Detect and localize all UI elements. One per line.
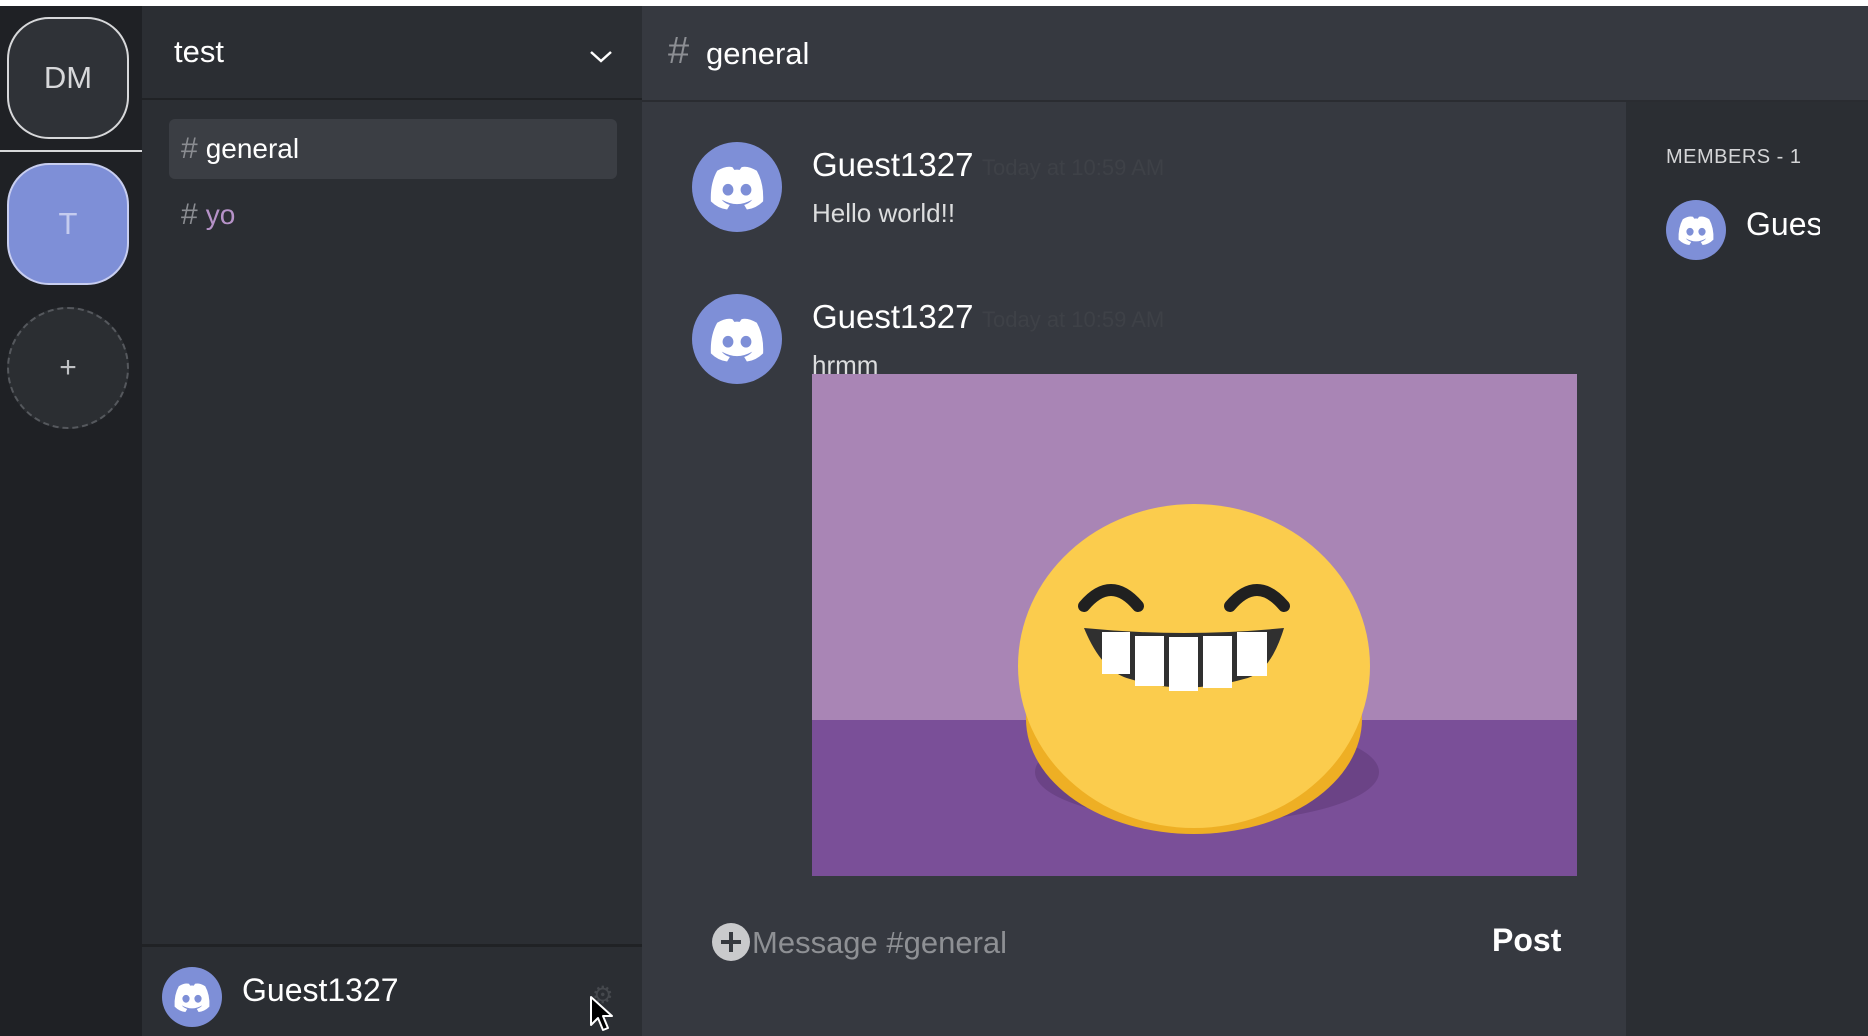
members-heading: MEMBERS - 1 <box>1666 146 1802 168</box>
add-server-button[interactable]: + <box>7 307 129 429</box>
member-name: Guest1327 <box>1746 206 1820 242</box>
hash-icon: # <box>181 132 198 165</box>
channel-item-general[interactable]: # general <box>169 119 617 179</box>
channel-label: general <box>205 133 300 164</box>
current-username: Guest1327 <box>242 972 399 1008</box>
post-button[interactable]: Post <box>1492 922 1561 959</box>
channel-sidebar: test # general # yo Guest1327 ⚙ <box>142 6 642 1036</box>
server-header[interactable]: test <box>142 6 642 100</box>
plus-icon: + <box>59 351 77 384</box>
message-composer: Post <box>712 912 1572 972</box>
avatar[interactable] <box>692 294 782 384</box>
dm-server-button[interactable]: DM <box>7 17 129 139</box>
server-rail: DM T + <box>0 6 142 1036</box>
chat-header: # general <box>642 6 1868 102</box>
message-timestamp: Today at 10:59 AM <box>982 307 1165 332</box>
message-author[interactable]: Guest1327 <box>812 146 973 184</box>
message-author[interactable]: Guest1327 <box>812 298 973 336</box>
rail-divider <box>0 150 142 152</box>
server-initial: T <box>58 206 78 241</box>
avatar <box>1666 200 1726 260</box>
avatar <box>162 967 222 1027</box>
hash-icon: # <box>668 30 690 72</box>
message-timestamp: Today at 10:59 AM <box>982 155 1165 180</box>
member-item[interactable]: Guest1327 <box>1666 198 1868 262</box>
chat-panel: # general Guest1327 Today at 10:59 AM He… <box>642 6 1868 1036</box>
member-list: MEMBERS - 1 Guest1327 <box>1626 102 1868 1036</box>
hash-icon: # <box>181 198 198 231</box>
cursor-icon <box>590 996 613 1031</box>
avatar[interactable] <box>692 142 782 232</box>
chevron-down-icon[interactable] <box>586 46 616 66</box>
dm-label: DM <box>43 60 93 95</box>
message-input[interactable] <box>750 918 1434 968</box>
grinning-emoji-image[interactable] <box>812 374 1577 876</box>
chat-app: DM T + test # general # yo Guest1327 ⚙ # <box>0 6 1868 1036</box>
channel-label: yo <box>205 199 236 230</box>
message-text: Hello world!! <box>812 198 956 228</box>
user-panel: Guest1327 ⚙ <box>142 944 642 1036</box>
server-name: test <box>174 34 224 69</box>
channel-title: general <box>706 36 810 71</box>
channel-item-yo[interactable]: # yo <box>169 185 617 245</box>
plus-icon[interactable] <box>712 923 750 961</box>
server-button-test[interactable]: T <box>7 163 129 285</box>
